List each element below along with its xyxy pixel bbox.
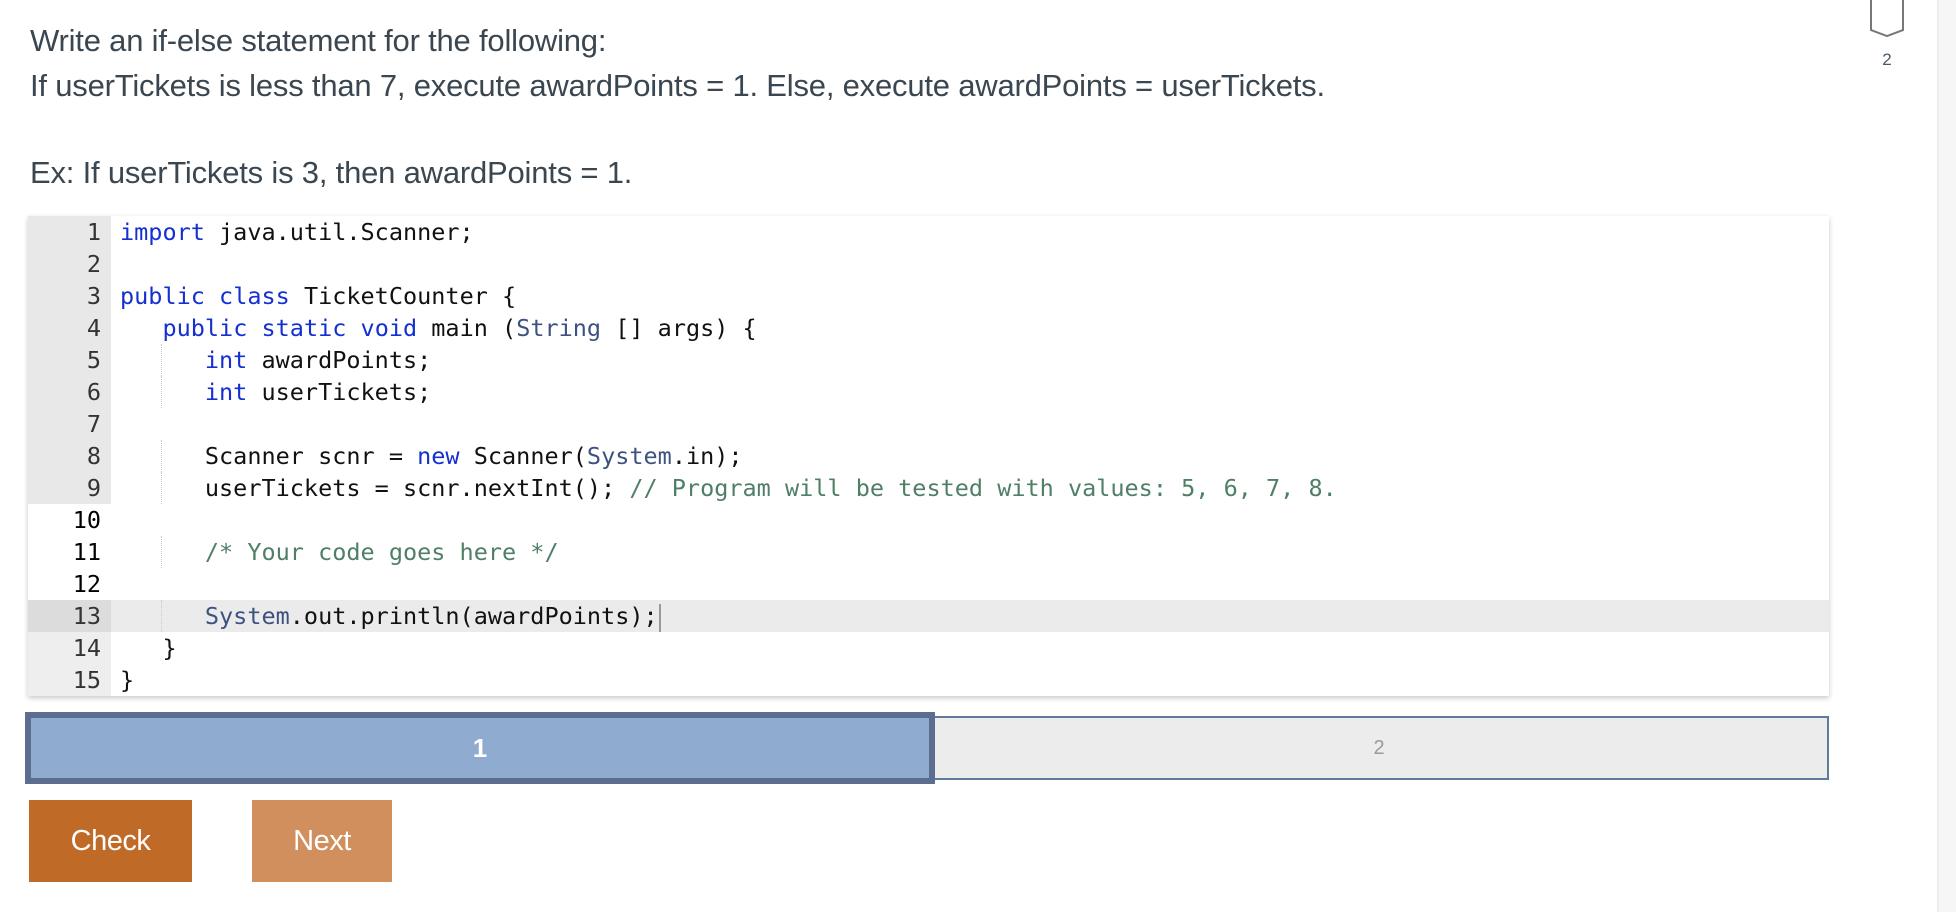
bookmark-icon: [1870, 0, 1904, 38]
line-number: 3: [28, 280, 111, 312]
code-line[interactable]: 1 import java.util.Scanner;: [28, 216, 1829, 248]
line-number: 14: [28, 632, 111, 664]
code-token: main (: [417, 314, 517, 342]
prompt-example: Ex: If userTickets is 3, then awardPoint…: [30, 155, 633, 190]
code-text: }: [120, 632, 177, 664]
code-line[interactable]: 14 }: [28, 632, 1829, 664]
line-number: 10: [28, 504, 111, 536]
next-button[interactable]: Next: [252, 800, 392, 882]
code-token: Scanner(: [459, 442, 587, 470]
code-text: public class TicketCounter {: [120, 280, 516, 312]
keyword-token: static: [261, 314, 347, 342]
keyword-token: int: [204, 378, 248, 406]
keyword-token: import: [120, 218, 205, 246]
code-text: /* Your code goes here */: [120, 536, 559, 568]
keyword-token: int: [204, 346, 248, 374]
code-line[interactable]: 5 int awardPoints;: [28, 344, 1829, 376]
page-scrollbar[interactable]: [1937, 0, 1956, 912]
code-text: userTickets = scnr.nextInt(); // Program…: [120, 472, 1337, 504]
type-token: System: [586, 442, 672, 470]
badge-count: 2: [1882, 50, 1892, 69]
code-text: int userTickets;: [120, 376, 431, 408]
code-line[interactable]: 9 userTickets = scnr.nextInt(); // Progr…: [28, 472, 1829, 504]
code-line[interactable]: 8 Scanner scnr = new Scanner(System.in);: [28, 440, 1829, 472]
progress-bar: 1 2: [25, 712, 1829, 784]
code-token: java.util.Scanner;: [204, 218, 474, 246]
code-token: userTickets;: [247, 378, 432, 406]
progress-segment-1[interactable]: 1: [25, 712, 935, 784]
code-line[interactable]: 2: [28, 248, 1829, 280]
prompt-condition: If userTickets is less than 7, execute a…: [30, 68, 1325, 103]
comment-token: /* Your code goes here */: [204, 538, 559, 566]
code-line[interactable]: 10: [28, 504, 1829, 536]
line-number: 12: [28, 568, 111, 600]
line-number: 1: [28, 216, 111, 248]
code-line[interactable]: 3 public class TicketCounter {: [28, 280, 1829, 312]
code-token: userTickets = scnr.nextInt();: [120, 474, 630, 502]
code-line[interactable]: 6 int userTickets;: [28, 376, 1829, 408]
keyword-token: public: [162, 314, 248, 342]
line-number: 13: [28, 600, 111, 632]
keyword-token: new: [417, 442, 460, 470]
type-token: String: [516, 314, 602, 342]
progress-segment-2[interactable]: 2: [929, 716, 1829, 780]
check-button[interactable]: Check: [29, 800, 192, 882]
code-token: awardPoints;: [247, 346, 432, 374]
progress-segment-label: 2: [1373, 736, 1385, 759]
keyword-token: void: [360, 314, 418, 342]
code-line[interactable]: 12: [28, 568, 1829, 600]
line-number: 6: [28, 376, 111, 408]
line-number: 2: [28, 248, 111, 280]
progress-segment-label: 1: [472, 732, 488, 763]
code-text: public static void main (String [] args)…: [120, 312, 757, 344]
code-line[interactable]: 4 public static void main (String [] arg…: [28, 312, 1829, 344]
code-token: }: [120, 666, 135, 694]
code-token: TicketCounter {: [289, 282, 517, 310]
code-line[interactable]: 7: [28, 408, 1829, 440]
code-token: Scanner scnr =: [120, 442, 418, 470]
code-editor[interactable]: 1 import java.util.Scanner; 2 3 public class…: [28, 216, 1829, 696]
line-number: 11: [28, 536, 111, 568]
code-text: import java.util.Scanner;: [120, 216, 474, 248]
line-number: 8: [28, 440, 111, 472]
keyword-token: class: [219, 282, 290, 310]
prompt-instruction: Write an if-else statement for the follo…: [30, 23, 607, 58]
code-token: }: [120, 634, 177, 662]
text-cursor: [658, 603, 661, 632]
type-token: System: [204, 602, 290, 630]
code-text: Scanner scnr = new Scanner(System.in);: [120, 440, 743, 472]
code-token: .in);: [671, 442, 743, 470]
code-text: int awardPoints;: [120, 344, 431, 376]
code-token: .out.println(awardPoints);: [289, 602, 658, 630]
line-number: 5: [28, 344, 111, 376]
code-line[interactable]: 15}: [28, 664, 1829, 696]
line-number: 9: [28, 472, 111, 504]
code-line[interactable]: 13 System.out.println(awardPoints);: [28, 600, 1829, 632]
line-number: 15: [28, 664, 111, 696]
code-token: [] args) {: [601, 314, 757, 342]
code-text: System.out.println(awardPoints);: [120, 600, 661, 632]
keyword-token: public: [120, 282, 205, 310]
line-number: 4: [28, 312, 111, 344]
line-number: 7: [28, 408, 111, 440]
comment-token: // Program will be tested with values: 5…: [629, 474, 1337, 502]
code-line[interactable]: 11 /* Your code goes here */: [28, 536, 1829, 568]
code-text: }: [120, 664, 134, 696]
